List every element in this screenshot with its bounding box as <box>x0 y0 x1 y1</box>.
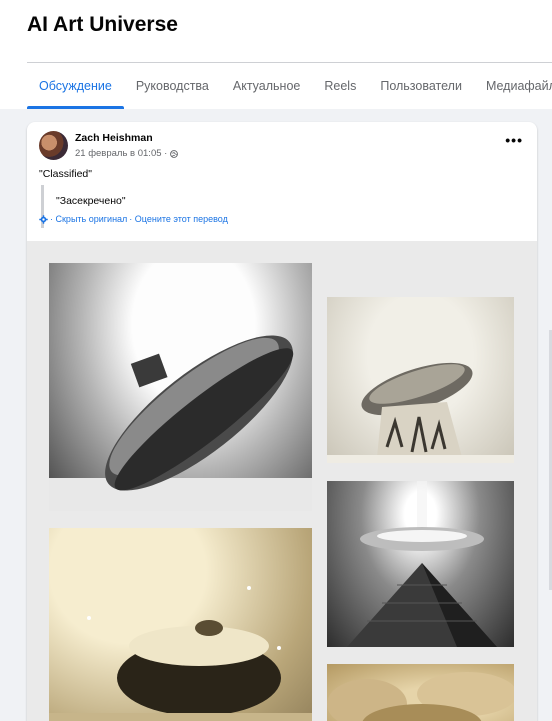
tab-featured[interactable]: Актуальное <box>221 64 313 109</box>
translated-text: "Засекречено" <box>56 195 126 207</box>
post-card: Zach Heishman 21 февраль в 01:05 · ••• "… <box>27 122 537 721</box>
hide-original-link[interactable]: · Скрыть оригинал <box>50 214 127 224</box>
photo-pyramid-saucer[interactable] <box>327 481 514 647</box>
tab-reels[interactable]: Reels <box>312 64 368 109</box>
group-tabs: Обсуждение Руководства Актуальное Reels … <box>27 64 552 109</box>
avatar[interactable] <box>39 131 68 160</box>
post-media-grid <box>27 241 537 721</box>
translation-links: · Скрыть оригинал · Оцените этот перевод <box>39 214 228 224</box>
photo-crashed-saucer[interactable] <box>49 263 312 511</box>
tab-members[interactable]: Пользователи <box>368 64 474 109</box>
tab-discussion[interactable]: Обсуждение <box>27 64 124 109</box>
photo-saucer-landing[interactable] <box>327 297 514 463</box>
group-title: AI Art Universe <box>27 13 178 36</box>
globe-icon <box>170 149 179 158</box>
post-author[interactable]: Zach Heishman <box>75 132 153 144</box>
header-divider <box>27 62 552 63</box>
post-timestamp[interactable]: 21 февраль в 01:05 · <box>75 148 167 159</box>
photo-saucer-clouds[interactable] <box>327 664 514 721</box>
gear-icon <box>39 214 48 224</box>
tab-guides[interactable]: Руководства <box>124 64 221 109</box>
group-header: AI Art Universe Обсуждение Руководства А… <box>0 0 552 109</box>
rate-translation-link[interactable]: · Оцените этот перевод <box>129 214 228 224</box>
post-text: "Classified" <box>39 168 92 180</box>
photo-saucer-snow[interactable] <box>49 528 312 721</box>
post-meta: 21 февраль в 01:05 · <box>75 148 179 159</box>
tab-media[interactable]: Медиафайлы <box>474 64 552 109</box>
more-options-icon[interactable]: ••• <box>505 133 523 147</box>
